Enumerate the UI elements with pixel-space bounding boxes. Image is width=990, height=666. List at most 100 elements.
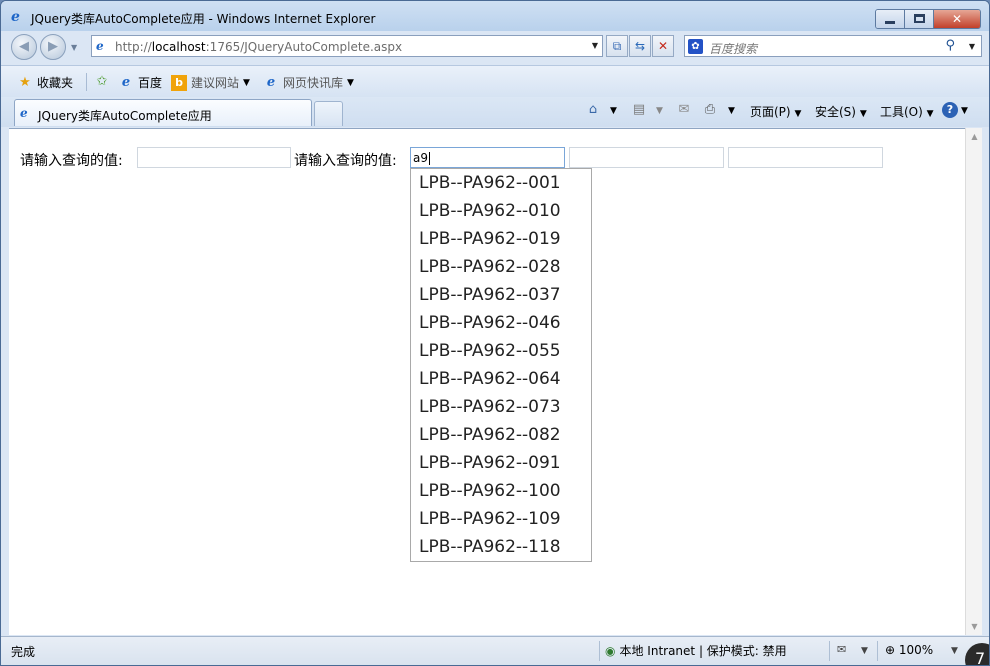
- page-content: 请输入查询的值: 请输入查询的值: LPB--PA962--001 LPB--P…: [9, 128, 965, 635]
- separator: [829, 641, 830, 661]
- query-input-3[interactable]: [569, 147, 724, 168]
- maximize-button[interactable]: [905, 10, 934, 28]
- favorite-link-baidu[interactable]: e 百度: [118, 74, 162, 91]
- compatibility-view-button[interactable]: ⧉: [606, 35, 628, 57]
- chevron-down-icon: ▼: [243, 77, 250, 88]
- chevron-down-icon: ▼: [926, 109, 934, 119]
- autocomplete-item[interactable]: LPB--PA962--082: [411, 421, 591, 449]
- vertical-scrollbar[interactable]: ▲ ▼: [965, 128, 982, 635]
- address-dropdown-icon[interactable]: ▼: [592, 41, 598, 50]
- refresh-icon: ⇆: [634, 39, 646, 53]
- favorites-bar: ★ 收藏夹 ✩ e 百度 b 建议网站 ▼ e 网页快讯库 ▼: [1, 65, 989, 97]
- web-slice-gallery-button[interactable]: e 网页快讯库 ▼: [263, 74, 354, 91]
- query-input-2[interactable]: [410, 147, 565, 168]
- feeds-icon[interactable]: ▤: [630, 101, 648, 119]
- star-icon: ★: [19, 74, 31, 90]
- corner-badge: 7: [965, 643, 989, 665]
- forward-arrow-icon: ▶: [48, 39, 58, 54]
- ie-page-icon: e: [266, 74, 276, 90]
- chevron-down-icon[interactable]: ▼: [861, 646, 868, 656]
- scroll-up-icon[interactable]: ▲: [966, 128, 983, 145]
- add-favorite-button[interactable]: ✩: [94, 74, 110, 90]
- protected-mode-icon[interactable]: ✉: [837, 643, 846, 656]
- tab-row: e JQuery类库AutoComplete应用 ⌂ ▼ ▤ ▼ ✉ ⎙ ▼ 页…: [1, 97, 989, 127]
- new-tab-button[interactable]: [314, 101, 343, 126]
- security-zone[interactable]: ◉ 本地 Intranet | 保护模式: 禁用: [605, 642, 787, 659]
- autocomplete-item[interactable]: LPB--PA962--046: [411, 309, 591, 337]
- stop-icon: ✕: [657, 39, 669, 53]
- tab-label: JQuery类库AutoComplete应用: [38, 109, 212, 123]
- close-icon: ✕: [951, 12, 963, 26]
- url-text: http://localhost:1765/JQueryAutoComplete…: [115, 40, 403, 54]
- chevron-down-icon[interactable]: ▼: [728, 106, 735, 116]
- forward-button[interactable]: ▶: [40, 34, 66, 60]
- suggested-sites-button[interactable]: b 建议网站 ▼: [171, 74, 250, 91]
- autocomplete-item[interactable]: LPB--PA962--091: [411, 449, 591, 477]
- scroll-down-icon[interactable]: ▼: [966, 618, 983, 635]
- address-bar[interactable]: e http://localhost:1765/JQueryAutoComple…: [91, 35, 603, 57]
- query-input-4[interactable]: [728, 147, 883, 168]
- separator: [877, 641, 878, 661]
- autocomplete-item[interactable]: LPB--PA962--001: [411, 169, 591, 197]
- print-icon[interactable]: ⎙: [701, 101, 719, 119]
- autocomplete-item[interactable]: LPB--PA962--064: [411, 365, 591, 393]
- globe-icon: ◉: [605, 643, 616, 658]
- read-mail-icon[interactable]: ✉: [675, 101, 693, 119]
- caption-buttons: ✕: [875, 9, 981, 29]
- tools-menu[interactable]: 工具(O) ▼: [880, 103, 934, 120]
- chevron-down-icon: ▼: [347, 77, 354, 88]
- maximize-icon: [914, 14, 925, 23]
- window-title: JQuery类库AutoComplete应用 - Windows Interne…: [31, 12, 376, 26]
- autocomplete-item[interactable]: LPB--PA962--109: [411, 505, 591, 533]
- page-icon: e: [96, 39, 104, 53]
- home-icon[interactable]: ⌂: [584, 101, 602, 119]
- autocomplete-item[interactable]: LPB--PA962--055: [411, 337, 591, 365]
- autocomplete-item[interactable]: LPB--PA962--019: [411, 225, 591, 253]
- autocomplete-item[interactable]: LPB--PA962--118: [411, 533, 591, 561]
- recent-pages-dropdown[interactable]: ▼: [71, 43, 77, 52]
- favorites-label: 收藏夹: [37, 76, 74, 90]
- ie-logo-icon: e: [11, 9, 20, 25]
- text-caret: [429, 152, 430, 165]
- help-icon[interactable]: ?: [942, 102, 958, 118]
- search-box[interactable]: ✿ 百度搜索 ⚲ ▼: [684, 35, 982, 57]
- zoom-control[interactable]: ⊕ 100%: [885, 643, 933, 657]
- query-input-1[interactable]: [137, 147, 291, 168]
- separator: [599, 641, 600, 661]
- minimize-icon: [885, 21, 895, 24]
- back-button[interactable]: ◀: [11, 34, 37, 60]
- safety-menu[interactable]: 安全(S) ▼: [815, 103, 867, 120]
- title-bar[interactable]: e JQuery类库AutoComplete应用 - Windows Inter…: [1, 1, 989, 31]
- compatibility-icon: ⧉: [612, 39, 622, 53]
- minimize-button[interactable]: [876, 10, 905, 28]
- status-text: 完成: [11, 645, 36, 659]
- status-bar: 完成 ◉ 本地 Intranet | 保护模式: 禁用 ✉ ▼ ⊕ 100% ▼…: [1, 636, 989, 665]
- query-label-1: 请输入查询的值:: [20, 153, 123, 169]
- autocomplete-item[interactable]: LPB--PA962--028: [411, 253, 591, 281]
- query-label-2: 请输入查询的值:: [294, 153, 397, 169]
- close-button[interactable]: ✕: [934, 10, 980, 28]
- chevron-down-icon[interactable]: ▼: [610, 106, 617, 116]
- chevron-down-icon: ▼: [794, 109, 802, 119]
- ie-page-icon: e: [121, 74, 131, 90]
- browser-window: e JQuery类库AutoComplete应用 - Windows Inter…: [0, 0, 990, 666]
- page-menu[interactable]: 页面(P) ▼: [750, 103, 801, 120]
- refresh-button[interactable]: ⇆: [629, 35, 651, 57]
- favorites-button[interactable]: ★ 收藏夹: [17, 74, 73, 91]
- chevron-down-icon[interactable]: ▼: [951, 646, 958, 656]
- autocomplete-item[interactable]: LPB--PA962--010: [411, 197, 591, 225]
- chevron-down-icon[interactable]: ▼: [656, 106, 663, 116]
- zoom-icon: ⊕: [885, 643, 896, 657]
- back-arrow-icon: ◀: [19, 39, 29, 54]
- baidu-paw-icon: ✿: [688, 39, 703, 54]
- stop-button[interactable]: ✕: [652, 35, 674, 57]
- search-dropdown-icon[interactable]: ▼: [969, 42, 975, 51]
- autocomplete-item[interactable]: LPB--PA962--037: [411, 281, 591, 309]
- search-icon[interactable]: ⚲: [945, 38, 955, 53]
- autocomplete-item[interactable]: LPB--PA962--073: [411, 393, 591, 421]
- autocomplete-item[interactable]: LPB--PA962--100: [411, 477, 591, 505]
- web-slice-label: 网页快讯库: [283, 76, 344, 90]
- search-placeholder: 百度搜索: [709, 42, 758, 56]
- tab-active[interactable]: e JQuery类库AutoComplete应用: [14, 99, 312, 126]
- chevron-down-icon[interactable]: ▼: [961, 106, 968, 116]
